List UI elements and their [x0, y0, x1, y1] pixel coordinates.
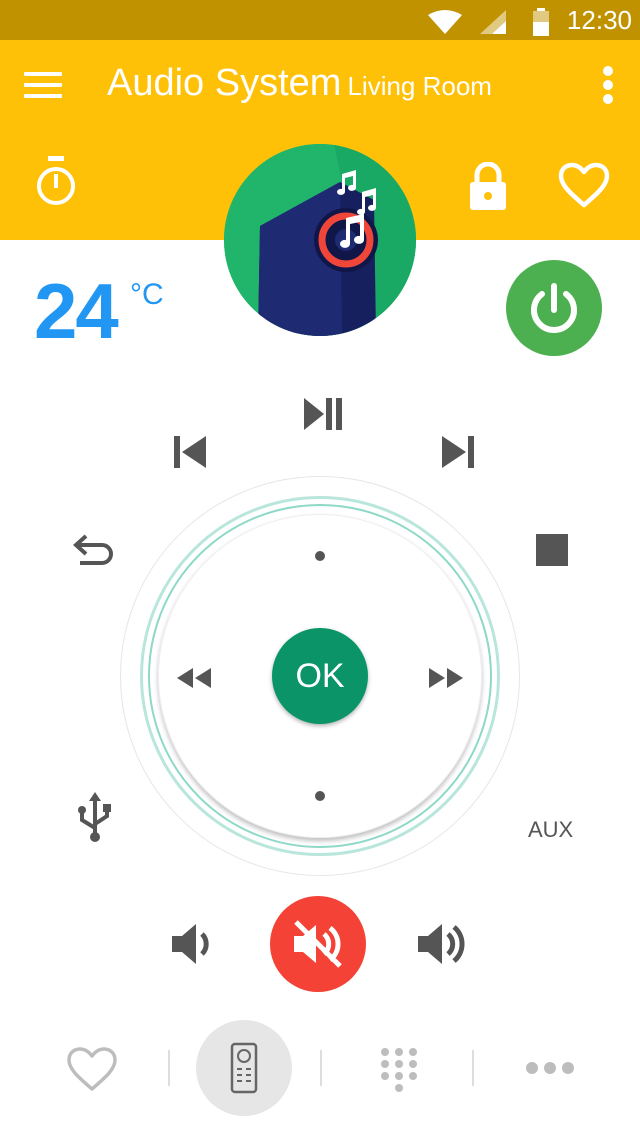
back-arrow-icon[interactable] — [72, 532, 116, 568]
dial-up-button[interactable] — [315, 551, 325, 561]
dial-down-button[interactable] — [315, 791, 325, 801]
menu-icon — [24, 94, 62, 98]
signal-icon — [480, 10, 506, 34]
menu-icon — [24, 83, 62, 87]
temperature-value: 24 — [34, 267, 119, 355]
fast-forward-icon[interactable] — [427, 666, 465, 690]
remote-icon — [230, 1042, 258, 1094]
play-pause-icon[interactable] — [300, 396, 346, 432]
power-button[interactable] — [506, 260, 602, 356]
overflow-dot — [603, 94, 613, 104]
menu-button[interactable] — [24, 70, 64, 100]
keypad-icon[interactable] — [378, 1046, 420, 1094]
overflow-dot — [603, 66, 613, 76]
rewind-icon[interactable] — [175, 666, 213, 690]
power-icon — [531, 283, 577, 333]
nav-divider — [472, 1050, 474, 1086]
page-title: Audio System Living Room — [107, 60, 492, 109]
app-title: Audio System — [107, 62, 342, 104]
battery-icon — [533, 8, 549, 36]
nav-item-remote[interactable] — [196, 1020, 292, 1116]
status-bar: 12:30 — [0, 0, 640, 40]
overflow-dot — [603, 80, 613, 90]
stop-icon[interactable] — [536, 534, 568, 566]
volume-up-icon[interactable] — [416, 918, 470, 970]
mute-button[interactable] — [270, 896, 366, 992]
speaker-image — [224, 144, 416, 336]
volume-down-icon[interactable] — [170, 920, 216, 968]
app-subtitle: Living Room — [347, 71, 492, 101]
nav-divider — [320, 1050, 322, 1086]
more-icon[interactable] — [524, 1060, 576, 1076]
menu-icon — [24, 72, 62, 76]
wifi-icon — [428, 10, 462, 34]
usb-icon[interactable] — [76, 792, 114, 844]
nav-divider — [168, 1050, 170, 1086]
overflow-menu-button[interactable] — [600, 66, 616, 104]
timer-icon[interactable] — [34, 156, 78, 208]
status-time: 12:30 — [566, 5, 632, 35]
temperature-unit: °C — [130, 278, 164, 311]
skip-next-icon[interactable] — [440, 434, 476, 470]
temperature-readout: 24 °C — [34, 267, 164, 355]
mute-icon — [294, 920, 342, 968]
skip-previous-icon[interactable] — [172, 434, 208, 470]
ok-button[interactable]: OK — [272, 628, 368, 724]
favorites-icon[interactable] — [66, 1046, 118, 1092]
aux-input-button[interactable]: AUX — [528, 816, 573, 844]
heart-icon[interactable] — [558, 162, 610, 208]
lock-icon[interactable] — [468, 162, 508, 210]
